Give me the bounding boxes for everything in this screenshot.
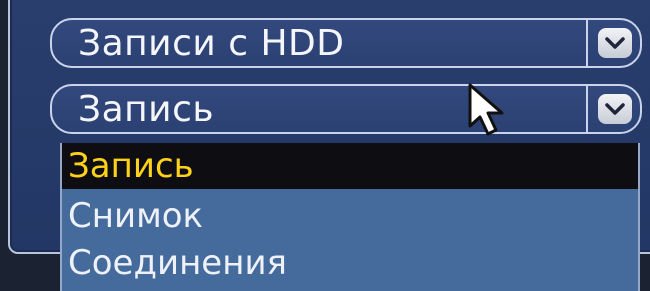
combo-divider (586, 86, 588, 132)
record-type-value: Запись (78, 89, 215, 130)
record-type-select[interactable]: Запись (50, 84, 642, 134)
record-source-select[interactable]: Записи с HDD (50, 18, 642, 68)
record-source-value: Записи с HDD (78, 23, 345, 64)
dropdown-option-record[interactable]: Запись (62, 143, 638, 189)
mouse-pointer-icon (468, 83, 504, 136)
dropdown-option-connections[interactable]: Соединения (62, 240, 638, 286)
record-type-dropdown-list: Запись Снимок Соединения (60, 143, 640, 291)
dropdown-option-snapshot[interactable]: Снимок (62, 193, 638, 239)
chevron-down-icon[interactable] (598, 94, 632, 124)
chevron-down-icon[interactable] (598, 28, 632, 58)
combo-divider (586, 20, 588, 66)
search-filter-screen: Записи с HDD Запись Запись Снимок Соедин… (0, 0, 650, 291)
